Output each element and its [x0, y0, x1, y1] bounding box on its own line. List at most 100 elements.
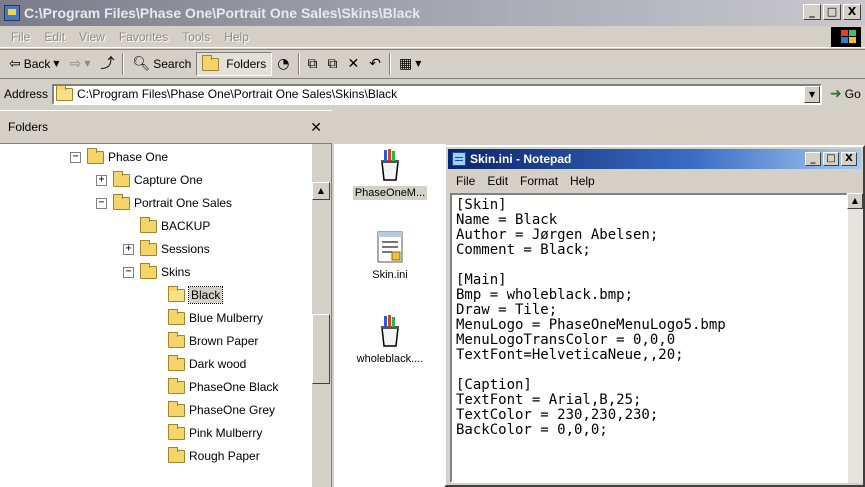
collapse-toggle[interactable]: −	[123, 266, 134, 278]
tree-item-sessions[interactable]: + Sessions	[123, 239, 210, 259]
move-to-button[interactable]: ⧉	[303, 52, 323, 76]
text-line: Name = Black	[456, 212, 558, 228]
window-titlebar[interactable]: C:\Program Files\Phase One\Portrait One …	[0, 0, 865, 26]
folder-icon	[168, 446, 185, 463]
tree-item-label: Sessions	[161, 242, 210, 256]
close-pane-button[interactable]: ✕	[310, 120, 322, 136]
copy-to-icon: ⧉	[327, 56, 338, 72]
notepad-close-button[interactable]: X	[841, 152, 857, 166]
folder-icon	[168, 308, 185, 325]
menu-tools[interactable]: Tools	[175, 30, 217, 44]
forward-button[interactable]: ⇨ ▼	[65, 52, 96, 76]
text-line: Draw = Tile;	[456, 302, 558, 318]
toolbar-separator	[297, 53, 300, 75]
tree-item-blue-mulberry[interactable]: Blue Mulberry	[168, 308, 263, 328]
close-button[interactable]: X	[843, 4, 861, 20]
tree-item-capture-one[interactable]: + Capture One	[96, 170, 203, 190]
go-button[interactable]: ➜ Go	[830, 87, 861, 101]
notepad-icon	[452, 152, 466, 166]
collapse-toggle[interactable]: −	[96, 197, 107, 209]
scroll-thumb[interactable]	[312, 314, 330, 384]
maximize-button[interactable]: □	[823, 4, 841, 20]
address-dropdown-button[interactable]: ▼	[804, 85, 821, 103]
scroll-up-button[interactable]: ▲	[312, 182, 330, 200]
tree-item-label: Phase One	[108, 150, 169, 164]
notepad-menu-help[interactable]: Help	[564, 174, 601, 188]
tree-item-label: Dark wood	[189, 357, 247, 371]
window-title: C:\Program Files\Phase One\Portrait One …	[24, 5, 421, 21]
folders-button[interactable]: Folders	[196, 52, 273, 76]
folder-icon	[168, 423, 185, 440]
undo-button[interactable]: ↶	[364, 52, 386, 76]
dropdown-arrow-icon: ▼	[53, 59, 60, 68]
text-line: Bmp = wholeblack.bmp;	[456, 287, 634, 303]
notepad-titlebar[interactable]: Skin.ini - Notepad _ □ X	[448, 149, 861, 169]
text-line: MenuLogo = PhaseOneMenuLogo5.bmp	[456, 317, 726, 333]
tree-item-backup[interactable]: BACKUP	[140, 216, 210, 236]
up-folder-button[interactable]: ⤴	[95, 52, 119, 76]
history-icon: ◔	[277, 56, 290, 72]
notepad-minimize-button[interactable]: _	[805, 152, 821, 166]
notepad-scrollbar[interactable]: ▲	[847, 193, 863, 483]
folder-icon	[168, 400, 185, 417]
menu-view[interactable]: View	[72, 30, 112, 44]
folders-tree: − Phase One + Capture One − Portrait One…	[0, 144, 332, 487]
notepad-text-area[interactable]: [Skin] Name = Black Author = Jørgen Abelse…	[450, 193, 848, 483]
folder-icon	[168, 354, 185, 371]
tree-item-label: PhaseOne Grey	[189, 403, 276, 417]
toolbar-separator	[122, 53, 125, 75]
history-button[interactable]: ◔	[272, 52, 294, 76]
tree-scrollbar[interactable]: ▲	[312, 144, 331, 487]
notepad-title: Skin.ini - Notepad	[470, 152, 572, 166]
back-button[interactable]: ⇦ Back ▼	[4, 52, 65, 76]
menu-file[interactable]: File	[4, 30, 37, 44]
text-line: TextFont = Arial,B,25;	[456, 392, 642, 408]
text-line	[456, 363, 842, 378]
file-item[interactable]: wholeblack....	[334, 314, 446, 366]
tree-item-portrait-one-sales[interactable]: − Portrait One Sales	[96, 193, 232, 213]
minimize-button[interactable]: _	[803, 4, 821, 20]
tree-item-dark-wood[interactable]: Dark wood	[168, 354, 246, 374]
copy-to-button[interactable]: ⧉	[323, 52, 343, 76]
tree-item-label: Portrait One Sales	[134, 196, 233, 210]
address-label: Address	[4, 87, 49, 101]
text-line: MenuLogoTransColor = 0,0,0	[456, 332, 676, 348]
file-item[interactable]: PhaseOneM...	[334, 148, 446, 200]
up-folder-icon: ⤴	[100, 56, 115, 72]
tree-item-brown-paper[interactable]: Brown Paper	[168, 331, 258, 351]
expand-toggle[interactable]: +	[123, 243, 134, 255]
text-line: TextColor = 230,230,230;	[456, 407, 659, 423]
expand-toggle[interactable]: +	[96, 174, 107, 186]
tree-item-phase-one[interactable]: − Phase One	[70, 147, 168, 167]
tree-item-pink-mulberry[interactable]: Pink Mulberry	[168, 423, 262, 443]
folders-title: Folders	[8, 120, 49, 134]
menu-favorites[interactable]: Favorites	[112, 30, 175, 44]
text-line: [Caption]	[456, 377, 532, 393]
notepad-menu-format[interactable]: Format	[514, 174, 564, 188]
tree-item-phaseone-grey[interactable]: PhaseOne Grey	[168, 400, 275, 420]
views-button[interactable]: ▦ ▼	[394, 52, 426, 76]
address-input[interactable]: C:\Program Files\Phase One\Portrait One …	[52, 83, 823, 105]
notepad-maximize-button[interactable]: □	[823, 152, 839, 166]
text-line: Comment = Black;	[456, 242, 591, 258]
tree-item-rough-paper[interactable]: Rough Paper	[168, 446, 260, 466]
delete-button[interactable]: ✕	[343, 52, 365, 76]
scroll-up-button[interactable]: ▲	[847, 193, 863, 209]
forward-arrow-icon: ⇨	[69, 56, 82, 72]
move-to-icon: ⧉	[307, 56, 318, 72]
menu-help[interactable]: Help	[217, 30, 256, 44]
tree-item-phaseone-black[interactable]: PhaseOne Black	[168, 377, 278, 397]
tree-item-skins[interactable]: − Skins	[123, 262, 190, 282]
file-item[interactable]: Skin.ini	[334, 230, 446, 282]
folder-icon	[168, 331, 185, 348]
notepad-menu-file[interactable]: File	[450, 174, 481, 188]
tree-item-black[interactable]: Black	[168, 285, 224, 305]
folder-icon	[168, 377, 185, 394]
collapse-toggle[interactable]: −	[70, 151, 81, 163]
folder-icon	[140, 239, 157, 256]
search-button[interactable]: 🔍︎ Search	[127, 52, 196, 76]
notepad-menu-edit[interactable]: Edit	[481, 174, 514, 188]
address-bar: Address C:\Program Files\Phase One\Portr…	[0, 80, 865, 108]
menu-edit[interactable]: Edit	[37, 30, 72, 44]
back-arrow-icon: ⇦	[9, 56, 21, 72]
